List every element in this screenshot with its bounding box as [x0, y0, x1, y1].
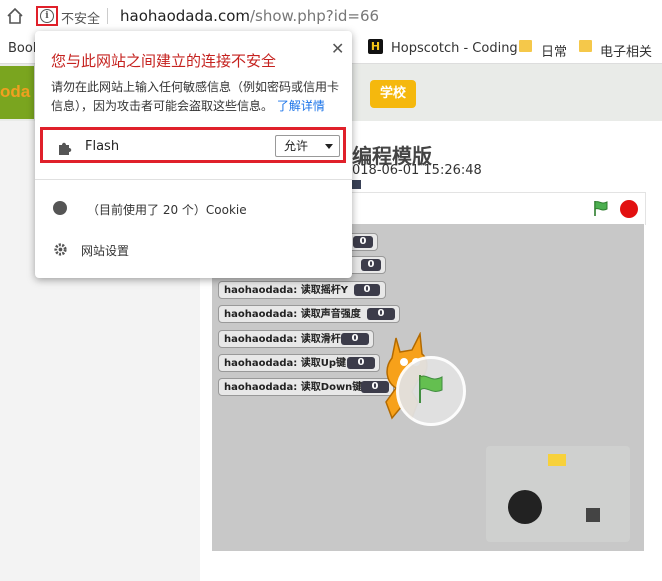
folder-icon [579, 40, 592, 52]
url-field[interactable]: haohaodada.com/show.php?id=66 [120, 7, 379, 25]
button-component [586, 508, 600, 522]
monitor-value: 0 [353, 236, 373, 248]
flash-permission-row: Flash 允许 [40, 127, 346, 163]
monitor-label: haohaodada: 读取声音强度 [224, 309, 361, 320]
hopscotch-icon: H [368, 39, 383, 54]
green-flag-icon[interactable] [592, 199, 610, 217]
bookmark-hopscotch[interactable]: Hopscotch - Coding [391, 41, 518, 56]
monitor-label: haohaodada: 读取滑杆 [224, 334, 341, 345]
chevron-down-icon [325, 144, 333, 149]
monitor-value: 0 [361, 259, 381, 271]
home-icon[interactable] [6, 7, 24, 25]
site-logo[interactable]: oda [0, 82, 30, 102]
site-info-button[interactable]: i [36, 6, 58, 26]
not-secure-label: 不安全 [61, 12, 101, 27]
site-settings-link[interactable]: 网站设置 [81, 242, 129, 259]
address-bar: i 不安全 haohaodada.com/show.php?id=66 [0, 0, 662, 33]
monitor-label: haohaodada: 读取Down键 [224, 382, 363, 393]
learn-more-link[interactable]: 了解详情 [277, 99, 325, 113]
folder-icon [519, 40, 532, 52]
board-component [548, 454, 566, 466]
puzzle-icon [59, 142, 72, 155]
flash-permission-select[interactable]: 允许 [275, 135, 340, 157]
post-date: 018-06-01 15:26:48 [352, 163, 482, 178]
close-icon[interactable]: ✕ [331, 39, 344, 58]
cookie-icon [53, 201, 67, 215]
monitor-label: haohaodada: 读取Up键 [224, 358, 347, 369]
divider [35, 179, 352, 180]
green-flag-overlay[interactable] [396, 356, 466, 426]
popup-description: 请勿在此网站上输入任何敏感信息（例如密码或信用卡信息），因为攻击者可能会盗取这些… [51, 78, 341, 116]
monitor-value: 0 [367, 308, 395, 320]
gear-icon [54, 243, 67, 256]
hardware-board-image [486, 446, 630, 542]
variable-monitor: haohaodada: 读取Up键 0 [218, 354, 380, 372]
green-flag-icon [419, 375, 443, 403]
flash-select-value: 允许 [284, 139, 309, 153]
bookmark-folder-electronics[interactable]: 电子相关 [600, 41, 652, 60]
cookies-link[interactable]: （目前使用了 20 个）Cookie [87, 201, 247, 218]
stop-icon[interactable] [620, 200, 638, 218]
info-icon: i [40, 9, 54, 23]
popup-title: 您与此网站之间建立的连接不安全 [51, 52, 277, 70]
school-nav-button[interactable]: 学校 [370, 80, 416, 108]
site-info-popup: 您与此网站之间建立的连接不安全 ✕ 请勿在此网站上输入任何敏感信息（例如密码或信… [35, 31, 352, 278]
variable-monitor: haohaodada: 读取摇杆Y 0 [218, 281, 386, 299]
flash-label: Flash [85, 139, 120, 154]
variable-monitor: haohaodada: 读取滑杆 0 [218, 330, 374, 348]
monitor-label: haohaodada: 读取摇杆Y [224, 285, 349, 296]
url-path: /show.php?id=66 [249, 7, 380, 25]
variable-monitor: haohaodada: 读取Down键 0 [218, 378, 394, 396]
bookmark-folder-daily[interactable]: 日常 [541, 41, 567, 60]
url-host: haohaodada.com [120, 7, 250, 25]
monitor-value: 0 [347, 357, 375, 369]
monitor-value: 0 [354, 284, 380, 296]
monitor-value: 0 [341, 333, 369, 345]
divider [107, 8, 108, 24]
variable-monitor: haohaodada: 读取声音强度 0 [218, 305, 400, 323]
joystick-icon [508, 490, 542, 524]
